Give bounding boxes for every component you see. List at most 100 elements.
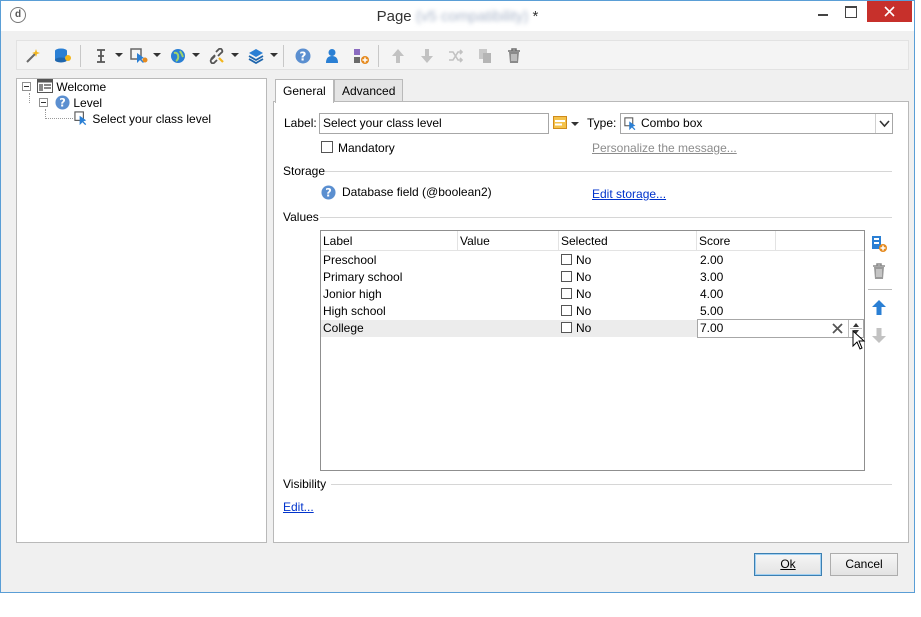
cell-value bbox=[458, 252, 460, 269]
input-control-button[interactable] bbox=[128, 45, 148, 67]
mandatory-checkbox[interactable] bbox=[321, 141, 333, 153]
move-up-button bbox=[388, 45, 408, 67]
delete-value-button[interactable] bbox=[871, 263, 889, 281]
label-options-dropdown-arrow[interactable] bbox=[571, 122, 579, 126]
tree-item-select-class-level[interactable]: Select your class level bbox=[74, 111, 211, 127]
type-caption: Type: bbox=[587, 116, 617, 130]
mandatory-label: Mandatory bbox=[338, 141, 395, 155]
storage-field: Database field (@boolean2) bbox=[342, 185, 492, 199]
shuffle-button bbox=[446, 45, 466, 67]
selected-checkbox[interactable] bbox=[561, 254, 572, 265]
values-table: Label Value Selected Score Preschool No … bbox=[320, 230, 865, 471]
clear-icon[interactable] bbox=[832, 323, 843, 334]
type-select[interactable]: Combo box bbox=[620, 113, 893, 134]
database-button[interactable] bbox=[52, 45, 72, 67]
tree-line bbox=[29, 93, 30, 103]
values-section-title: Values bbox=[283, 210, 319, 224]
maximize-button[interactable] bbox=[837, 1, 863, 22]
selected-text: No bbox=[576, 253, 592, 267]
cancel-button-label: Cancel bbox=[845, 557, 883, 571]
cell-score: 3.00 bbox=[700, 270, 724, 284]
help-icon: ? bbox=[55, 95, 70, 110]
cell-selected: No bbox=[559, 320, 591, 337]
move-down-button bbox=[417, 45, 437, 67]
toolbar-separator bbox=[80, 45, 81, 67]
toolbar: ? bbox=[16, 40, 909, 70]
cell-label: Preschool bbox=[323, 253, 377, 267]
edit-visibility-link[interactable]: Edit... bbox=[283, 500, 314, 514]
page-layout-icon bbox=[37, 79, 53, 93]
add-value-button[interactable] bbox=[871, 235, 889, 253]
add-shapes-button[interactable] bbox=[350, 45, 370, 67]
edit-storage-link[interactable]: Edit storage... bbox=[592, 187, 666, 201]
cancel-button[interactable]: Cancel bbox=[830, 553, 898, 576]
tree-item-welcome[interactable]: Welcome bbox=[37, 79, 106, 95]
toolbar-separator bbox=[378, 45, 379, 67]
add-row-icon bbox=[872, 236, 887, 252]
tree-item-level[interactable]: ? Level bbox=[55, 95, 102, 111]
tree-collapse-toggle[interactable] bbox=[22, 82, 31, 91]
label-input[interactable]: Select your class level bbox=[319, 113, 549, 134]
cell-value bbox=[458, 269, 460, 286]
cell-selected: No bbox=[559, 269, 591, 286]
table-row-selected[interactable]: College No 7.00 bbox=[321, 319, 864, 338]
container-dropdown-arrow[interactable] bbox=[270, 53, 278, 57]
title-bar[interactable]: d Page (v5 compatibility) * bbox=[1, 1, 914, 31]
table-row[interactable]: Primary school No 3.00 bbox=[321, 269, 864, 286]
personalize-message-link[interactable]: Personalize the message... bbox=[592, 141, 737, 155]
selected-checkbox[interactable] bbox=[561, 322, 572, 333]
tree-collapse-toggle[interactable] bbox=[39, 98, 48, 107]
cell-value bbox=[458, 320, 460, 337]
table-row[interactable]: Jonior high No 4.00 bbox=[321, 286, 864, 303]
web-button[interactable] bbox=[168, 45, 188, 67]
storage-divider bbox=[325, 171, 892, 172]
close-button[interactable] bbox=[867, 1, 912, 22]
cursor-gear-icon bbox=[130, 48, 148, 63]
page-tree: Welcome ? Level Select your class level bbox=[16, 78, 267, 543]
ok-button[interactable]: Ok bbox=[754, 553, 822, 576]
move-value-down-button bbox=[871, 327, 889, 345]
column-header-selected[interactable]: Selected bbox=[559, 231, 697, 251]
help-icon: ? bbox=[295, 48, 311, 64]
selected-checkbox[interactable] bbox=[561, 305, 572, 316]
user-button[interactable] bbox=[322, 45, 342, 67]
selected-checkbox[interactable] bbox=[561, 271, 572, 282]
trash-icon bbox=[508, 48, 520, 63]
window-title-prefix: Page bbox=[376, 8, 412, 25]
selected-text: No bbox=[576, 270, 592, 284]
column-header-label[interactable]: Label bbox=[321, 231, 458, 251]
tree-line bbox=[45, 118, 73, 119]
cell-label: High school bbox=[323, 304, 386, 318]
input-control-dropdown-arrow[interactable] bbox=[153, 53, 161, 57]
arrow-down-icon bbox=[872, 328, 886, 343]
tab-advanced[interactable]: Advanced bbox=[334, 79, 404, 102]
window-title-suffix: * bbox=[532, 8, 539, 25]
move-value-up-button[interactable] bbox=[871, 299, 889, 317]
column-header-filler bbox=[776, 231, 864, 251]
minimize-button[interactable] bbox=[810, 1, 836, 22]
label-options-button[interactable] bbox=[553, 116, 567, 132]
database-user-icon bbox=[55, 48, 71, 63]
cursor-select-icon bbox=[74, 111, 87, 126]
copy-button bbox=[475, 45, 495, 67]
web-dropdown-arrow[interactable] bbox=[192, 53, 200, 57]
help-button[interactable]: ? bbox=[293, 45, 313, 67]
tab-general[interactable]: General bbox=[275, 79, 334, 103]
column-header-value[interactable]: Value bbox=[458, 231, 559, 251]
cell-selected: No bbox=[559, 252, 591, 269]
wizard-button[interactable] bbox=[23, 45, 43, 67]
close-icon bbox=[884, 6, 895, 17]
delete-button[interactable] bbox=[504, 45, 524, 67]
selected-checkbox[interactable] bbox=[561, 288, 572, 299]
column-header-score[interactable]: Score bbox=[697, 231, 776, 251]
text-field-dropdown-arrow[interactable] bbox=[115, 53, 123, 57]
link-button[interactable] bbox=[206, 45, 226, 67]
link-dropdown-arrow[interactable] bbox=[231, 53, 239, 57]
label-caption: Label: bbox=[284, 116, 317, 130]
table-row[interactable]: High school No 5.00 bbox=[321, 303, 864, 320]
table-row[interactable]: Preschool No 2.00 bbox=[321, 252, 864, 269]
text-field-button[interactable] bbox=[91, 45, 111, 67]
layers-icon bbox=[248, 49, 264, 64]
container-button[interactable] bbox=[246, 45, 266, 67]
score-spin-editor[interactable]: 7.00 bbox=[697, 319, 864, 338]
